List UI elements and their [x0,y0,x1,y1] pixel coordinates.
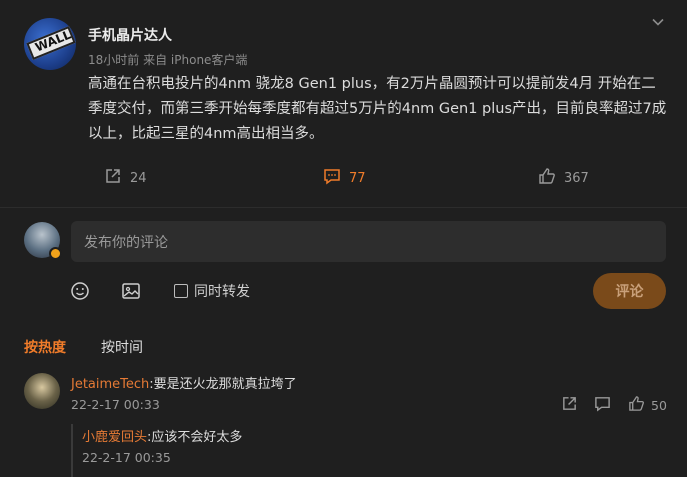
comment-time: 22-2-17 00:33 [71,397,160,412]
thumbs-up-icon [538,167,556,189]
reply-text-line: 小鹿爱回头:应该不会好太多 [82,426,242,445]
thumbs-up-icon [628,395,645,415]
share-count: 24 [130,170,147,186]
chevron-down-icon[interactable] [651,14,665,28]
share-button[interactable]: 24 [104,168,147,188]
author-avatar[interactable]: WALL [24,18,76,70]
repost-label: 同时转发 [194,284,250,300]
verified-badge-icon [49,247,62,260]
commenter-avatar[interactable] [24,373,60,409]
comment-input[interactable]: 发布你的评论 [71,221,666,262]
reply-time: 22-2-17 00:35 [82,450,171,465]
share-icon [104,167,122,189]
comment-text-line: JetaimeTech:要是还火龙那就真拉垮了 [71,373,297,392]
comment-like-button[interactable]: 50 [628,396,667,414]
share-icon [561,395,578,415]
tab-sort-time[interactable]: 按时间 [101,337,143,357]
comment-count: 77 [349,170,366,186]
author-name[interactable]: 手机晶片达人 [88,25,172,45]
tab-sort-hot[interactable]: 按热度 [24,337,66,357]
avatar-sign-text: WALL [33,27,73,55]
repost-toggle[interactable]: 同时转发 [174,281,250,301]
comment-icon [594,395,611,415]
comment-text: :要是还火龙那就真拉垮了 [149,377,297,392]
current-user-avatar [24,222,62,260]
comment-icon [323,167,341,189]
avatar-street-sign: WALL [26,26,76,60]
divider [0,207,687,208]
comment-reply-button[interactable] [594,396,611,414]
post-time: 18小时前 [88,53,140,67]
post-source: 来自 iPhone客户端 [143,53,248,67]
post-meta: 18小时前 来自 iPhone客户端 [88,51,247,68]
reply-text: :应该不会好太多 [147,430,243,445]
image-icon[interactable] [121,281,141,301]
reply-user-name[interactable]: 小鹿爱回头 [82,430,147,445]
reply-thread-line [71,424,73,477]
comment-button[interactable]: 77 [323,168,366,188]
comment-share-button[interactable] [561,396,578,414]
like-button[interactable]: 367 [538,168,589,188]
like-count: 367 [564,170,589,186]
repost-checkbox[interactable] [174,284,188,298]
comment-like-count: 50 [651,397,667,413]
post-content: 高通在台积电投片的4nm 骁龙8 Gen1 plus，有2万片晶圆预计可以提前发… [88,76,667,142]
emoji-icon[interactable] [70,281,90,301]
commenter-name[interactable]: JetaimeTech [71,377,149,392]
submit-comment-button[interactable]: 评论 [593,273,666,309]
